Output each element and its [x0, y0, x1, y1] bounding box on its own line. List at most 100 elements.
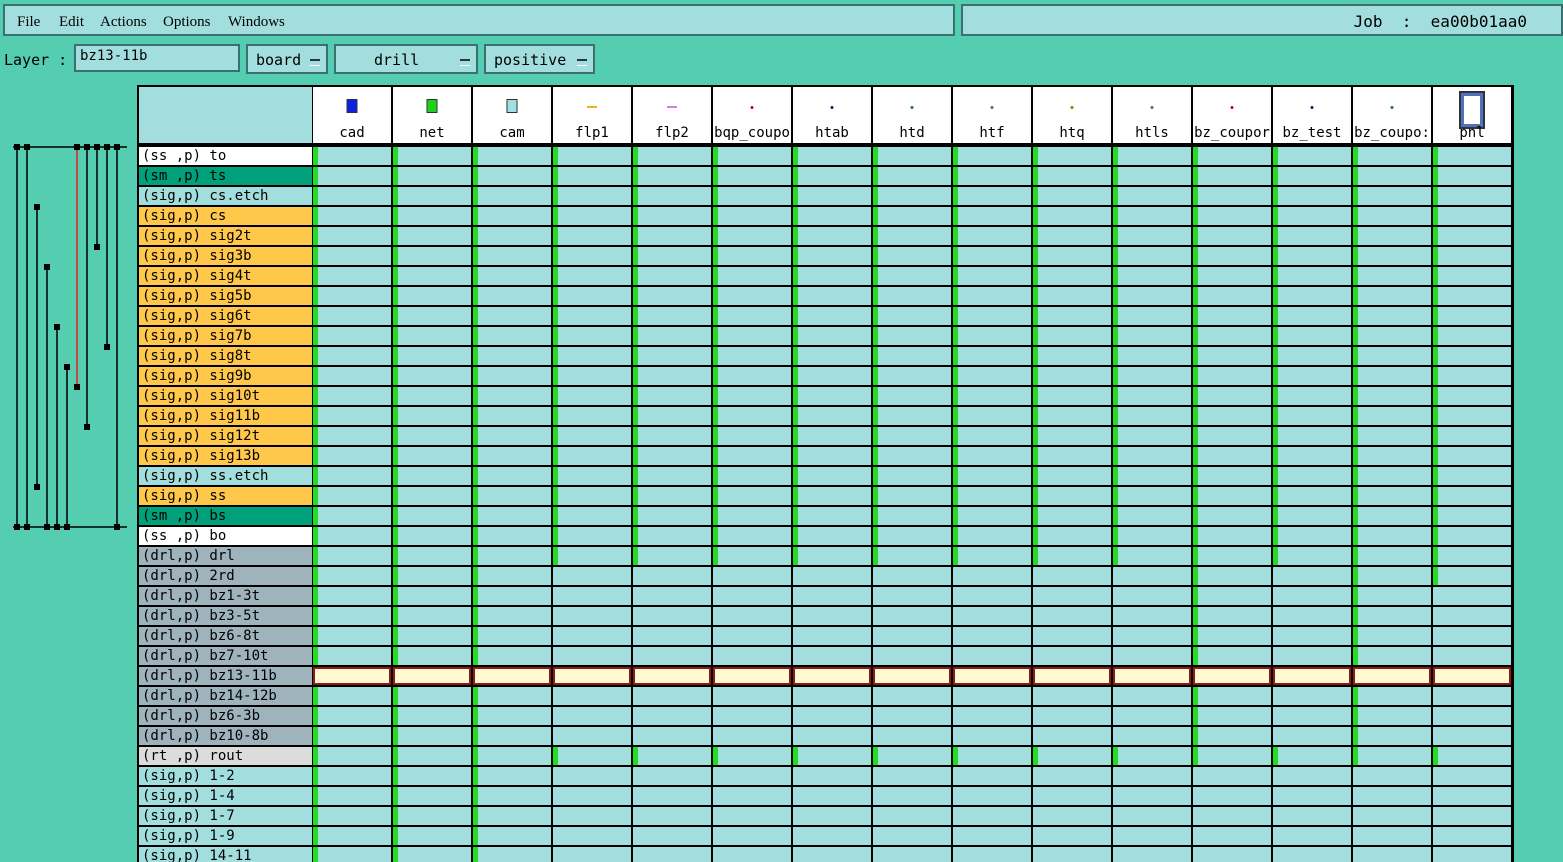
matrix-cell[interactable] [1353, 607, 1431, 625]
matrix-cell[interactable] [1273, 747, 1351, 765]
matrix-cell[interactable] [1193, 667, 1271, 685]
matrix-cell[interactable] [553, 547, 631, 565]
matrix-cell[interactable] [633, 787, 711, 805]
matrix-cell[interactable] [873, 447, 951, 465]
menu-options[interactable]: Options [163, 14, 211, 31]
matrix-cell[interactable] [1033, 507, 1111, 525]
matrix-cell[interactable] [1193, 367, 1271, 385]
matrix-cell[interactable] [1033, 447, 1111, 465]
matrix-cell[interactable] [1273, 347, 1351, 365]
matrix-cell[interactable] [953, 547, 1031, 565]
matrix-cell[interactable] [633, 647, 711, 665]
matrix-cell[interactable] [1033, 747, 1111, 765]
matrix-cell[interactable] [633, 327, 711, 345]
matrix-cell[interactable] [1353, 407, 1431, 425]
matrix-cell[interactable] [553, 187, 631, 205]
matrix-cell[interactable] [553, 647, 631, 665]
layer-row-name[interactable]: (drl,p) bz6-3b [139, 707, 312, 725]
matrix-cell[interactable] [1033, 827, 1111, 845]
matrix-cell[interactable] [793, 327, 871, 345]
matrix-cell[interactable] [553, 847, 631, 862]
step-header-5[interactable]: bqp_coupo [713, 87, 791, 143]
polarity-dropdown[interactable]: positive [484, 44, 595, 74]
matrix-cell[interactable] [1033, 627, 1111, 645]
matrix-cell[interactable] [313, 347, 391, 365]
matrix-cell[interactable] [953, 767, 1031, 785]
matrix-cell[interactable] [313, 367, 391, 385]
matrix-cell[interactable] [473, 787, 551, 805]
matrix-cell[interactable] [1273, 427, 1351, 445]
matrix-cell[interactable] [873, 467, 951, 485]
matrix-cell[interactable] [1193, 447, 1271, 465]
menu-actions[interactable]: Actions [100, 14, 147, 31]
matrix-cell[interactable] [1433, 447, 1511, 465]
matrix-cell[interactable] [313, 327, 391, 345]
matrix-cell[interactable] [713, 527, 791, 545]
matrix-cell[interactable] [873, 487, 951, 505]
matrix-cell[interactable] [633, 567, 711, 585]
layer-row-name[interactable]: (drl,p) bz6-8t [139, 627, 312, 645]
matrix-cell[interactable] [1433, 507, 1511, 525]
matrix-cell[interactable] [1433, 627, 1511, 645]
matrix-cell[interactable] [953, 707, 1031, 725]
matrix-cell[interactable] [1353, 567, 1431, 585]
matrix-cell[interactable] [873, 527, 951, 545]
matrix-cell[interactable] [1193, 567, 1271, 585]
matrix-cell[interactable] [1193, 427, 1271, 445]
matrix-cell[interactable] [393, 427, 471, 445]
matrix-cell[interactable] [1273, 527, 1351, 545]
matrix-cell[interactable] [1433, 467, 1511, 485]
matrix-cell[interactable] [873, 347, 951, 365]
matrix-cell[interactable] [393, 287, 471, 305]
matrix-cell[interactable] [1353, 427, 1431, 445]
matrix-cell[interactable] [873, 227, 951, 245]
matrix-cell[interactable] [1433, 687, 1511, 705]
matrix-cell[interactable] [473, 847, 551, 862]
matrix-cell[interactable] [1353, 307, 1431, 325]
layer-row-name[interactable]: (drl,p) bz3-5t [139, 607, 312, 625]
matrix-cell[interactable] [1113, 247, 1191, 265]
matrix-cell[interactable] [633, 807, 711, 825]
matrix-cell[interactable] [1113, 747, 1191, 765]
matrix-cell[interactable] [1433, 227, 1511, 245]
matrix-cell[interactable] [793, 387, 871, 405]
matrix-cell[interactable] [1113, 427, 1191, 445]
matrix-cell[interactable] [1273, 647, 1351, 665]
matrix-cell[interactable] [953, 167, 1031, 185]
matrix-cell[interactable] [393, 307, 471, 325]
matrix-cell[interactable] [1273, 787, 1351, 805]
matrix-cell[interactable] [1353, 807, 1431, 825]
matrix-cell[interactable] [1353, 367, 1431, 385]
matrix-cell[interactable] [1193, 607, 1271, 625]
matrix-cell[interactable] [1433, 167, 1511, 185]
matrix-cell[interactable] [1433, 247, 1511, 265]
matrix-cell[interactable] [393, 147, 471, 165]
matrix-cell[interactable] [1353, 247, 1431, 265]
matrix-cell[interactable] [633, 847, 711, 862]
matrix-cell[interactable] [1033, 727, 1111, 745]
matrix-cell[interactable] [1113, 387, 1191, 405]
matrix-cell[interactable] [873, 507, 951, 525]
matrix-cell[interactable] [1113, 307, 1191, 325]
matrix-cell[interactable] [393, 587, 471, 605]
layer-row-name[interactable]: (sig,p) sig11b [139, 407, 312, 425]
matrix-cell[interactable] [633, 147, 711, 165]
layer-row-name[interactable]: (sig,p) cs [139, 207, 312, 225]
matrix-cell[interactable] [633, 227, 711, 245]
matrix-cell[interactable] [1193, 287, 1271, 305]
matrix-cell[interactable] [313, 667, 391, 685]
matrix-cell[interactable] [473, 367, 551, 385]
matrix-cell[interactable] [953, 627, 1031, 645]
matrix-cell[interactable] [873, 687, 951, 705]
matrix-cell[interactable] [1273, 247, 1351, 265]
matrix-cell[interactable] [713, 287, 791, 305]
matrix-cell[interactable] [553, 687, 631, 705]
matrix-cell[interactable] [953, 287, 1031, 305]
matrix-cell[interactable] [713, 307, 791, 325]
matrix-cell[interactable] [1033, 227, 1111, 245]
matrix-cell[interactable] [553, 247, 631, 265]
matrix-cell[interactable] [1193, 507, 1271, 525]
matrix-cell[interactable] [393, 847, 471, 862]
matrix-cell[interactable] [1353, 347, 1431, 365]
matrix-cell[interactable] [793, 607, 871, 625]
